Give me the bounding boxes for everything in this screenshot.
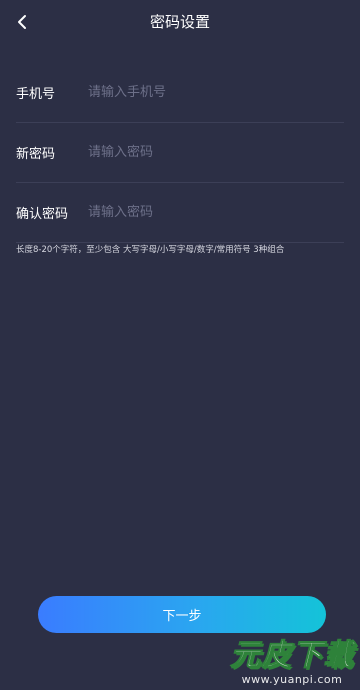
new-password-label: 新密码 (16, 147, 56, 162)
watermark-logo: 元皮下载 www.yuanpi.com (230, 638, 354, 686)
watermark-url: www.yuanpi.com (241, 673, 343, 686)
confirm-password-label: 确认密码 (16, 207, 69, 222)
new-password-input[interactable] (88, 140, 344, 165)
confirm-password-field-row: 确认密码 (16, 183, 344, 243)
new-password-field-row: 新密码 (16, 123, 344, 183)
password-rule-hint: 长度8-20个字符，至少包含 大写字母/小写字母/数字/常用符号 3种组合 (16, 245, 285, 255)
confirm-password-input[interactable] (88, 200, 344, 225)
password-form: 手机号 新密码 确认密码 (16, 63, 344, 243)
phone-field-row: 手机号 (16, 63, 344, 123)
page-title: 密码设置 (149, 13, 210, 31)
next-button[interactable]: 下一步 (38, 596, 326, 633)
header-bar: 密码设置 (0, 0, 360, 44)
phone-input[interactable] (88, 80, 344, 105)
watermark-text: 元皮下载 (230, 638, 354, 673)
phone-label: 手机号 (16, 87, 56, 102)
